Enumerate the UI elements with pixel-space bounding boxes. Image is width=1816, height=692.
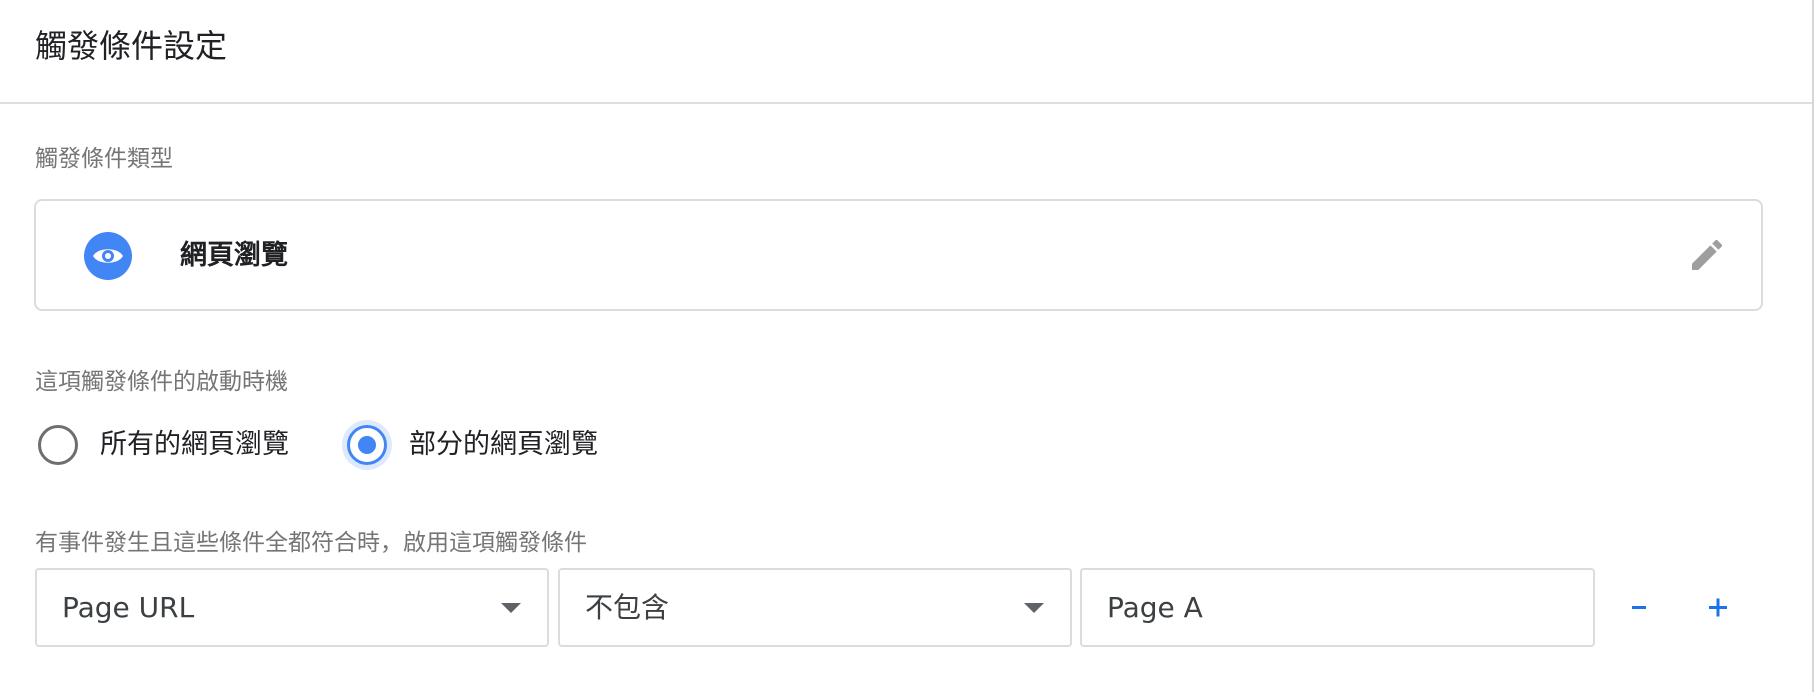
eye-icon: [84, 232, 132, 280]
condition-value-input[interactable]: Page A: [1080, 568, 1595, 647]
minus-icon: [1632, 606, 1646, 609]
operator-select[interactable]: 不包含: [558, 568, 1072, 647]
condition-value-text: Page A: [1107, 591, 1203, 624]
trigger-type-card[interactable]: 網頁瀏覽: [34, 199, 1763, 311]
trigger-type-name: 網頁瀏覽: [180, 240, 288, 271]
trigger-type-label: 觸發條件類型: [35, 146, 173, 172]
radio-selected-dot: [358, 436, 376, 454]
variable-select[interactable]: Page URL: [35, 568, 549, 647]
add-condition-button[interactable]: [1696, 586, 1740, 630]
fire-on-label: 這項觸發條件的啟動時機: [35, 369, 288, 395]
conditions-label: 有事件發生且這些條件全都符合時，啟用這項觸發條件: [35, 530, 587, 556]
radio-some-page-views[interactable]: 部分的網頁瀏覽: [347, 423, 617, 467]
dropdown-arrow-icon: [1024, 603, 1044, 613]
trigger-configuration-panel: 觸發條件設定 觸發條件類型 網頁瀏覽 這項觸發條件的啟動時機 所有的網頁瀏覽 部…: [0, 0, 1814, 692]
radio-label-some: 部分的網頁瀏覽: [409, 429, 598, 460]
variable-select-value: Page URL: [62, 591, 195, 624]
radio-button-checked[interactable]: [347, 425, 387, 465]
remove-condition-button[interactable]: [1617, 586, 1661, 630]
dropdown-arrow-icon: [501, 603, 521, 613]
radio-label-all: 所有的網頁瀏覽: [100, 429, 289, 460]
panel-title: 觸發條件設定: [35, 27, 228, 65]
radio-all-page-views[interactable]: 所有的網頁瀏覽: [38, 423, 308, 467]
panel-header: 觸發條件設定: [0, 0, 1812, 104]
radio-button-unchecked[interactable]: [38, 425, 78, 465]
pencil-icon[interactable]: [1687, 235, 1727, 275]
operator-select-value: 不包含: [585, 591, 670, 624]
plus-icon: [1709, 598, 1727, 617]
